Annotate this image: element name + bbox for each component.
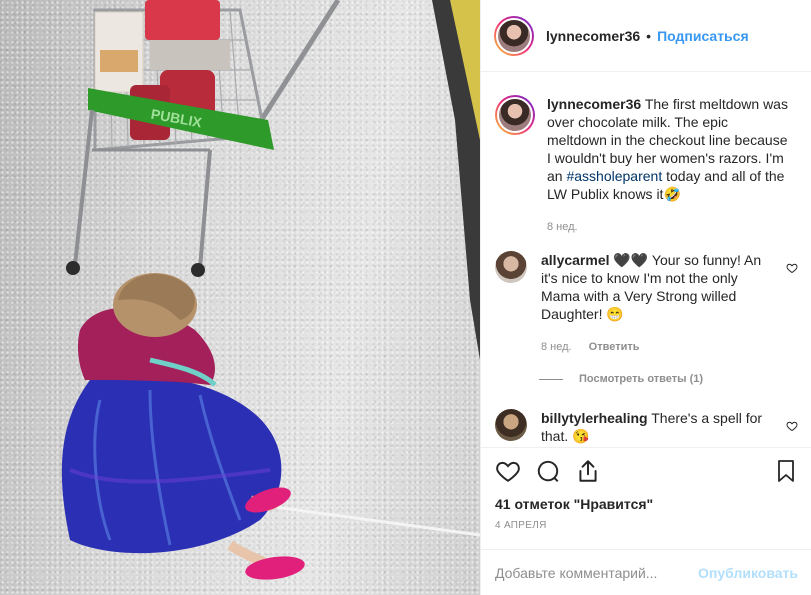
comments-list[interactable]: lynnecomer36 The first meltdown was over… bbox=[481, 73, 811, 447]
caption: lynnecomer36 The first meltdown was over… bbox=[495, 95, 795, 236]
author-username[interactable]: lynnecomer36 bbox=[546, 28, 640, 44]
caption-meta: 8 нед. bbox=[547, 218, 791, 236]
post-sidebar: lynnecomer36 • Подписаться lynnecomer36 … bbox=[480, 0, 811, 595]
commenter-avatar[interactable] bbox=[495, 251, 527, 283]
comment-username[interactable]: allycarmel bbox=[541, 252, 610, 268]
floor-line bbox=[259, 503, 480, 537]
shopping-cart: PUBLIX bbox=[66, 0, 274, 277]
likes-count[interactable]: 41 отметок "Нравится" bbox=[495, 496, 653, 512]
comment-icon[interactable] bbox=[535, 458, 561, 484]
add-comment-bar: Опубликовать bbox=[481, 549, 811, 595]
view-replies-button[interactable]: Посмотреть ответы (1) bbox=[539, 373, 703, 385]
reply-button[interactable]: Ответить bbox=[589, 341, 640, 353]
author-avatar[interactable] bbox=[494, 15, 534, 56]
publish-button[interactable]: Опубликовать bbox=[698, 565, 798, 581]
action-icons bbox=[495, 458, 798, 488]
follow-button[interactable]: Подписаться bbox=[657, 28, 749, 44]
commenter-avatar[interactable] bbox=[495, 409, 527, 441]
comment-input[interactable] bbox=[495, 564, 695, 581]
caption-avatar[interactable] bbox=[495, 95, 535, 135]
post-photo[interactable]: PUBLIX bbox=[0, 0, 480, 595]
cart-pole bbox=[252, 0, 341, 132]
caption-time: 8 нед. bbox=[547, 221, 578, 233]
caption-username[interactable]: lynnecomer36 bbox=[547, 96, 641, 112]
comment-item: billytylerhealing There's a spell for th… bbox=[495, 409, 795, 445]
child-figure bbox=[61, 273, 305, 580]
header-separator: • bbox=[646, 27, 652, 44]
comment-meta: 8 нед. Ответить bbox=[541, 338, 769, 356]
bookmark-icon[interactable] bbox=[774, 458, 798, 484]
photo-illustration: PUBLIX bbox=[61, 0, 480, 580]
view-replies-label: Посмотреть ответы (1) bbox=[579, 373, 704, 385]
instagram-post: PUBLIX lynnecomer36 • Подписаться lynnec… bbox=[0, 0, 811, 595]
comment-time: 8 нед. bbox=[541, 341, 572, 353]
comment-username[interactable]: billytylerhealing bbox=[541, 410, 648, 426]
heart-icon[interactable] bbox=[495, 458, 521, 484]
post-date: 4 АПРЕЛЯ bbox=[495, 520, 547, 531]
share-icon[interactable] bbox=[575, 458, 601, 484]
post-actions: 41 отметок "Нравится" 4 АПРЕЛЯ bbox=[481, 447, 811, 549]
replies-divider bbox=[539, 378, 563, 380]
comment-item: allycarmel 🖤🖤 Your so funny! An it's nic… bbox=[495, 251, 795, 356]
caption-hashtag[interactable]: #assholeparent bbox=[566, 168, 662, 184]
post-header: lynnecomer36 • Подписаться bbox=[481, 0, 811, 72]
like-comment-heart-icon[interactable] bbox=[786, 420, 798, 432]
like-comment-heart-icon[interactable] bbox=[786, 262, 798, 274]
